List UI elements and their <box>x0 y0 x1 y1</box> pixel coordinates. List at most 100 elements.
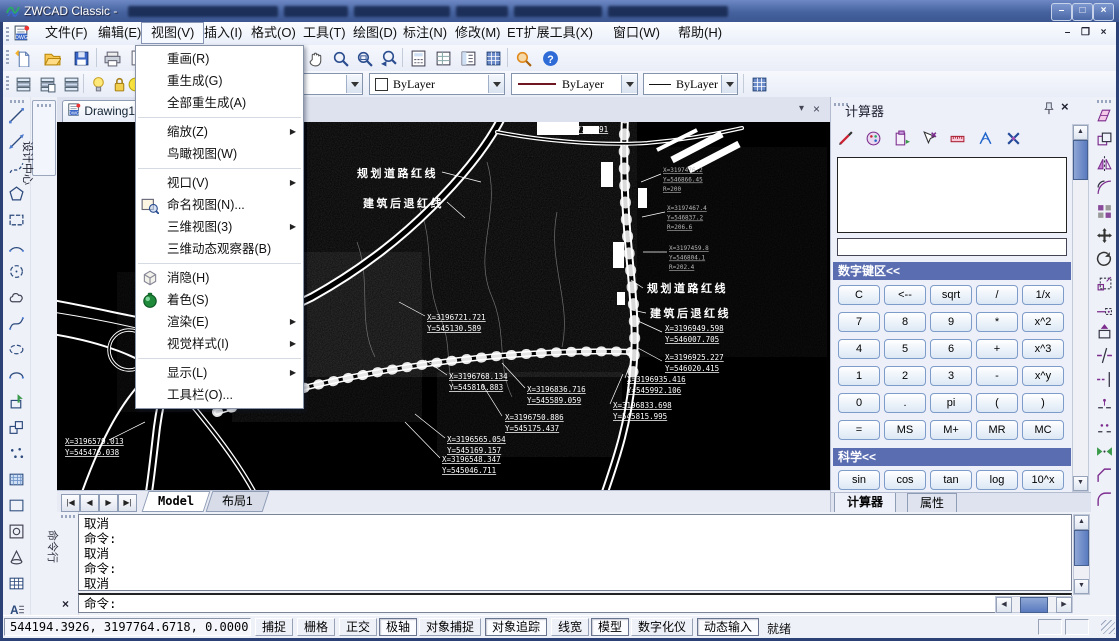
scroll-up-icon[interactable]: ▲ <box>1073 125 1088 140</box>
copy-tool[interactable] <box>1094 129 1115 150</box>
calculator-input-field[interactable] <box>837 238 1067 256</box>
calc-key[interactable]: sin <box>838 470 880 490</box>
help-button[interactable] <box>539 47 561 69</box>
zoom-previous-button[interactable] <box>377 47 399 69</box>
toolbar-grip[interactable] <box>6 27 9 43</box>
break-tool[interactable] <box>1094 417 1115 438</box>
region-tool[interactable] <box>6 521 27 542</box>
menu-help[interactable]: 帮助(H) <box>669 22 731 44</box>
ellipse-arc-tool[interactable] <box>6 365 27 386</box>
revcloud-tool[interactable] <box>6 287 27 308</box>
toolbar-grip[interactable] <box>10 100 24 103</box>
menu-item-shade[interactable]: 着色(S) <box>136 289 303 311</box>
calc-key[interactable]: 1 <box>838 366 880 386</box>
command-close-icon[interactable]: × <box>62 597 69 611</box>
spline-tool[interactable] <box>6 313 27 334</box>
calc-key[interactable]: ( <box>976 393 1018 413</box>
prev-tab-button[interactable]: ◀ <box>80 494 99 512</box>
menu-item-regen-all[interactable]: 全部重生成(A) <box>136 92 303 114</box>
status-toggle-9[interactable]: 动态输入 <box>697 618 759 636</box>
calc-key[interactable]: = <box>838 420 880 440</box>
command-hscrollbar[interactable]: ◀ ▶ <box>995 596 1073 613</box>
ellipse-tool[interactable] <box>6 339 27 360</box>
menu-item-hide[interactable]: 消隐(H) <box>136 267 303 289</box>
calc-key[interactable]: x^2 <box>1022 312 1064 332</box>
calc-key[interactable]: pi <box>930 393 972 413</box>
calc-key[interactable]: / <box>976 285 1018 305</box>
science-section-header[interactable]: 科学<< <box>833 448 1071 466</box>
toolbar-grip[interactable] <box>1097 100 1111 103</box>
tab-close-icon[interactable]: × <box>813 102 820 116</box>
command-gripper[interactable]: 命令行 × <box>57 512 79 615</box>
status-toggle-2[interactable]: 正交 <box>339 618 377 636</box>
menu-item-3d-views[interactable]: 三维视图(3)▶ <box>136 216 303 238</box>
menu-item-zoom[interactable]: 缩放(Z)▶ <box>136 121 303 143</box>
minimize-button[interactable]: – <box>1051 3 1072 21</box>
chevron-down-icon[interactable] <box>621 75 637 93</box>
menu-item-viewports[interactable]: 视口(V)▶ <box>136 172 303 194</box>
scroll-down-icon[interactable]: ▼ <box>1073 476 1088 491</box>
calc-key[interactable]: 1/x <box>1022 285 1064 305</box>
scroll-right-icon[interactable]: ▶ <box>1056 597 1072 613</box>
polygon-tool[interactable] <box>6 183 27 204</box>
calc-key[interactable]: <-- <box>884 285 926 305</box>
pin-icon[interactable] <box>1041 101 1056 116</box>
scrollbar-thumb[interactable] <box>1020 597 1048 613</box>
new-file-button[interactable] <box>12 47 34 69</box>
layer-on-off-icon[interactable] <box>87 73 109 95</box>
calc-key[interactable]: 7 <box>838 312 880 332</box>
mirror-tool[interactable] <box>1094 153 1115 174</box>
status-toggle-3[interactable]: 极轴 <box>379 618 417 636</box>
calc-key[interactable]: * <box>976 312 1018 332</box>
break-at-point-tool[interactable] <box>1094 393 1115 414</box>
scroll-down-icon[interactable]: ▼ <box>1074 579 1089 594</box>
color-combo[interactable]: ByLayer <box>369 73 505 95</box>
calc-key[interactable]: sqrt <box>930 285 972 305</box>
calc-key[interactable]: 10^x <box>1022 470 1064 490</box>
rotate-tool[interactable] <box>1094 249 1115 270</box>
calc-key[interactable]: MS <box>884 420 926 440</box>
zoom-realtime-button[interactable] <box>329 47 351 69</box>
open-file-button[interactable] <box>41 47 63 69</box>
zoom-window-button[interactable] <box>353 47 375 69</box>
options-palette-icon[interactable] <box>865 130 882 147</box>
layer-combo[interactable] <box>303 73 363 95</box>
menu-window[interactable]: 窗口(W) <box>604 22 669 44</box>
status-toggle-0[interactable]: 捕捉 <box>255 618 293 636</box>
panel-close-icon[interactable]: × <box>1061 99 1069 114</box>
calc-key[interactable]: ) <box>1022 393 1064 413</box>
table-tool[interactable] <box>6 573 27 594</box>
chevron-down-icon[interactable] <box>721 75 737 93</box>
menu-item-named-views[interactable]: 命名视图(N)... <box>136 194 303 216</box>
layer-states-button[interactable] <box>36 73 58 95</box>
layout1-tab[interactable]: 布局1 <box>206 491 270 512</box>
document-tab[interactable]: Drawing1 <box>62 100 146 122</box>
quickcalc-palette-button[interactable] <box>407 47 429 69</box>
calc-key[interactable]: MC <box>1022 420 1064 440</box>
point-tool[interactable] <box>6 443 27 464</box>
menu-file[interactable]: 文件(F) <box>36 22 97 44</box>
status-toggle-8[interactable]: 数字化仪 <box>631 618 693 636</box>
rectangle-tool[interactable] <box>6 209 27 230</box>
mdi-restore-button[interactable]: ❐ <box>1077 25 1094 41</box>
calc-key[interactable]: cos <box>884 470 926 490</box>
calc-key[interactable]: 8 <box>884 312 926 332</box>
join-tool[interactable] <box>1094 441 1115 462</box>
lengthen-tool[interactable] <box>1094 321 1115 342</box>
toolpalette-button[interactable] <box>482 47 504 69</box>
calc-key[interactable]: 0 <box>838 393 880 413</box>
trim-tool[interactable] <box>1094 345 1115 366</box>
properties-palette-button[interactable] <box>432 47 454 69</box>
next-tab-button[interactable]: ▶ <box>99 494 118 512</box>
quickcalc-button[interactable] <box>748 73 770 95</box>
calc-key[interactable]: 9 <box>930 312 972 332</box>
get-coordinates-icon[interactable] <box>921 130 938 147</box>
pan-button[interactable] <box>305 47 327 69</box>
menu-item-toolbars[interactable]: 工具栏(O)... <box>136 384 303 406</box>
tab-scroll-icon[interactable]: ▾ <box>799 103 804 114</box>
line-tool[interactable] <box>6 105 27 126</box>
save-button[interactable] <box>70 47 92 69</box>
paste-to-commandline-icon[interactable] <box>893 130 910 147</box>
stretch-tool[interactable] <box>1094 297 1115 318</box>
status-toggle-5[interactable]: 对象追踪 <box>485 618 547 636</box>
